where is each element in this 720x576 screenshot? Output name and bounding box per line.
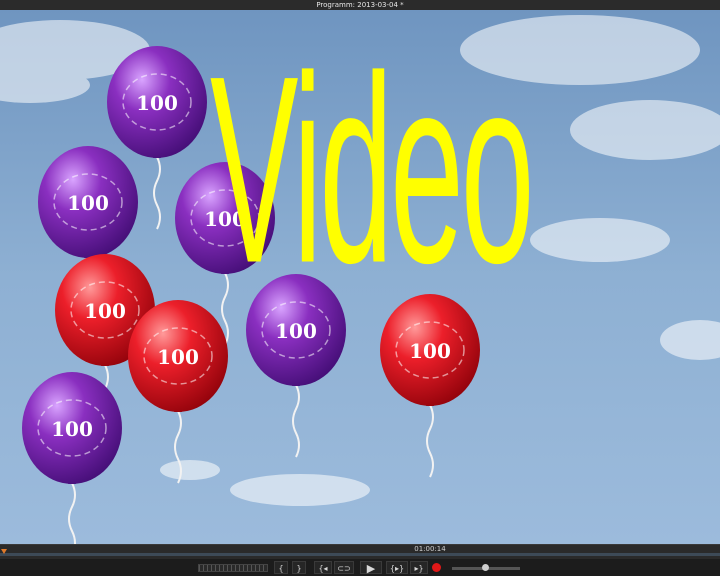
loop-button[interactable]: ⊂⊃ [334, 561, 354, 574]
app-window: Programm: 2013-03-04 * 100 100 100 100 1… [0, 0, 720, 576]
go-to-end-button[interactable]: } [292, 561, 306, 574]
timeline-bar[interactable]: 01:00:14 [0, 544, 720, 559]
playhead-marker-icon[interactable] [1, 549, 7, 554]
volume-knob[interactable] [482, 564, 489, 571]
balloon-label: 100 [67, 191, 109, 215]
timeline-track[interactable] [0, 553, 720, 556]
timecode: 01:00:14 [414, 545, 446, 553]
record-icon[interactable] [432, 563, 441, 572]
step-back-button[interactable]: {◂ [314, 561, 332, 574]
balloon-label: 100 [409, 339, 451, 363]
video-title-text: Video [210, 36, 535, 319]
balloon-label: 100 [157, 345, 199, 369]
go-to-start-button[interactable]: { [274, 561, 288, 574]
video-preview[interactable]: 100 100 100 100 100 100 100 100 Video [0, 10, 720, 544]
jump-forward-button[interactable]: ▸} [410, 561, 428, 574]
play-button[interactable]: ▶ [360, 561, 382, 575]
balloon-label: 100 [84, 299, 126, 323]
balloon-label: 100 [136, 91, 178, 115]
jog-wheel[interactable] [198, 564, 268, 572]
step-forward-button[interactable]: {▸} [386, 561, 408, 574]
balloon-label: 100 [51, 417, 93, 441]
transport-controls: { } {◂ ⊂⊃ ▶ {▸} ▸} [0, 559, 720, 576]
